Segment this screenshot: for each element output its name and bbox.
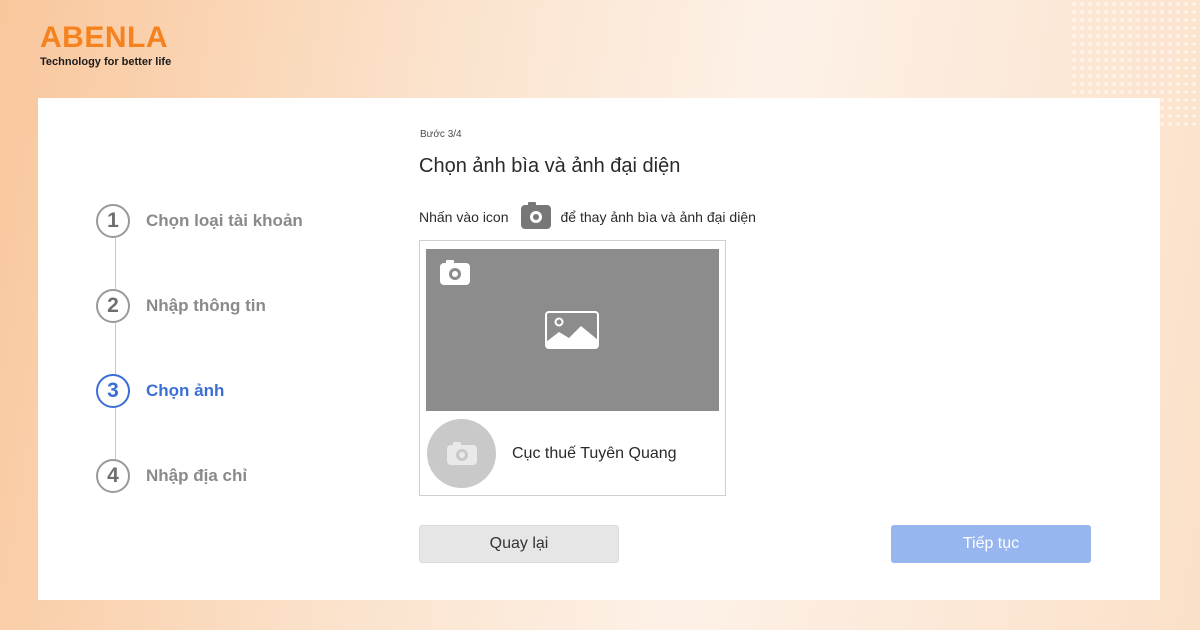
step-3[interactable]: 3 Chọn ảnh	[96, 374, 224, 408]
profile-preview-card: Cục thuế Tuyên Quang	[419, 240, 726, 496]
step-label-2: Nhập thông tin	[146, 296, 266, 315]
brand-name: ABENLA	[40, 21, 168, 54]
step-4[interactable]: 4 Nhập địa chỉ	[96, 459, 247, 493]
profile-name: Cục thuế Tuyên Quang	[512, 445, 677, 462]
stepper-connector	[115, 238, 116, 478]
step-number-1: 1	[96, 204, 130, 238]
camera-icon	[520, 202, 551, 229]
step-2[interactable]: 2 Nhập thông tin	[96, 289, 266, 323]
brand-tagline: Technology for better life	[40, 56, 172, 68]
image-icon	[545, 311, 599, 349]
step-1[interactable]: 1 Chọn loại tài khoản	[96, 204, 303, 238]
instruction-before: Nhấn vào icon	[419, 209, 509, 225]
next-button[interactable]: Tiếp tục	[891, 525, 1091, 563]
step-label-1: Chọn loại tài khoản	[146, 211, 303, 230]
cover-photo	[426, 249, 719, 411]
step-label-3: Chọn ảnh	[146, 381, 225, 400]
instruction-after: để thay ảnh bìa và ảnh đại diện	[560, 209, 756, 225]
avatar-camera-icon[interactable]	[447, 442, 477, 465]
step-count: Bước 3/4	[420, 129, 462, 140]
avatar	[427, 419, 496, 488]
back-button[interactable]: Quay lại	[419, 525, 619, 563]
instruction-text: Nhấn vào icon để thay ảnh bìa và ảnh đại…	[419, 202, 756, 229]
step-number-2: 2	[96, 289, 130, 323]
registration-panel: 1 Chọn loại tài khoản 2 Nhập thông tin 3…	[38, 98, 1160, 600]
step-label-4: Nhập địa chỉ	[146, 466, 248, 485]
brand-logo: ABENLA Technology for better life	[40, 22, 171, 69]
step-number-3: 3	[96, 374, 130, 408]
cover-camera-icon[interactable]	[440, 260, 470, 285]
step-number-4: 4	[96, 459, 130, 493]
page-title: Chọn ảnh bìa và ảnh đại diện	[419, 155, 681, 177]
